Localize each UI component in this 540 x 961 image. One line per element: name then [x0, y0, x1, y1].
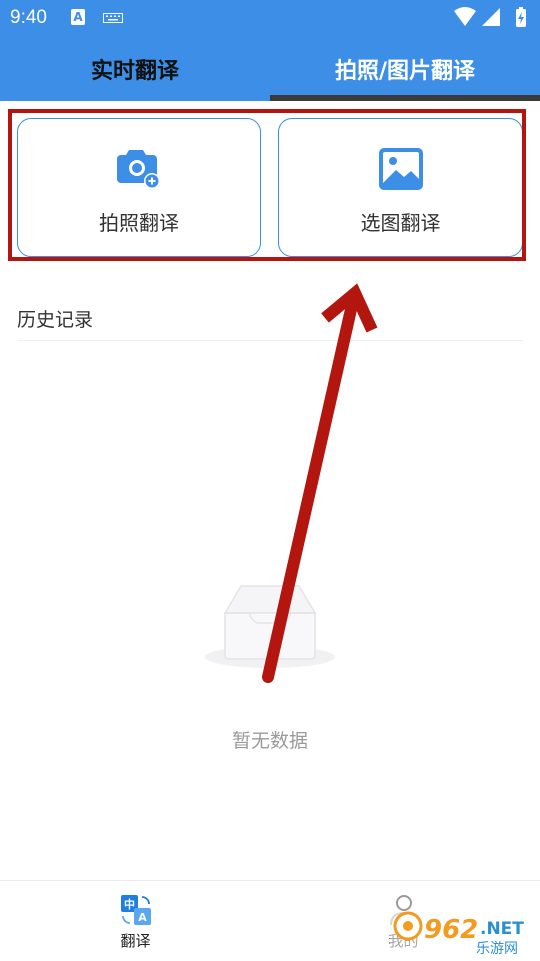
annotation-arrow	[262, 283, 378, 683]
